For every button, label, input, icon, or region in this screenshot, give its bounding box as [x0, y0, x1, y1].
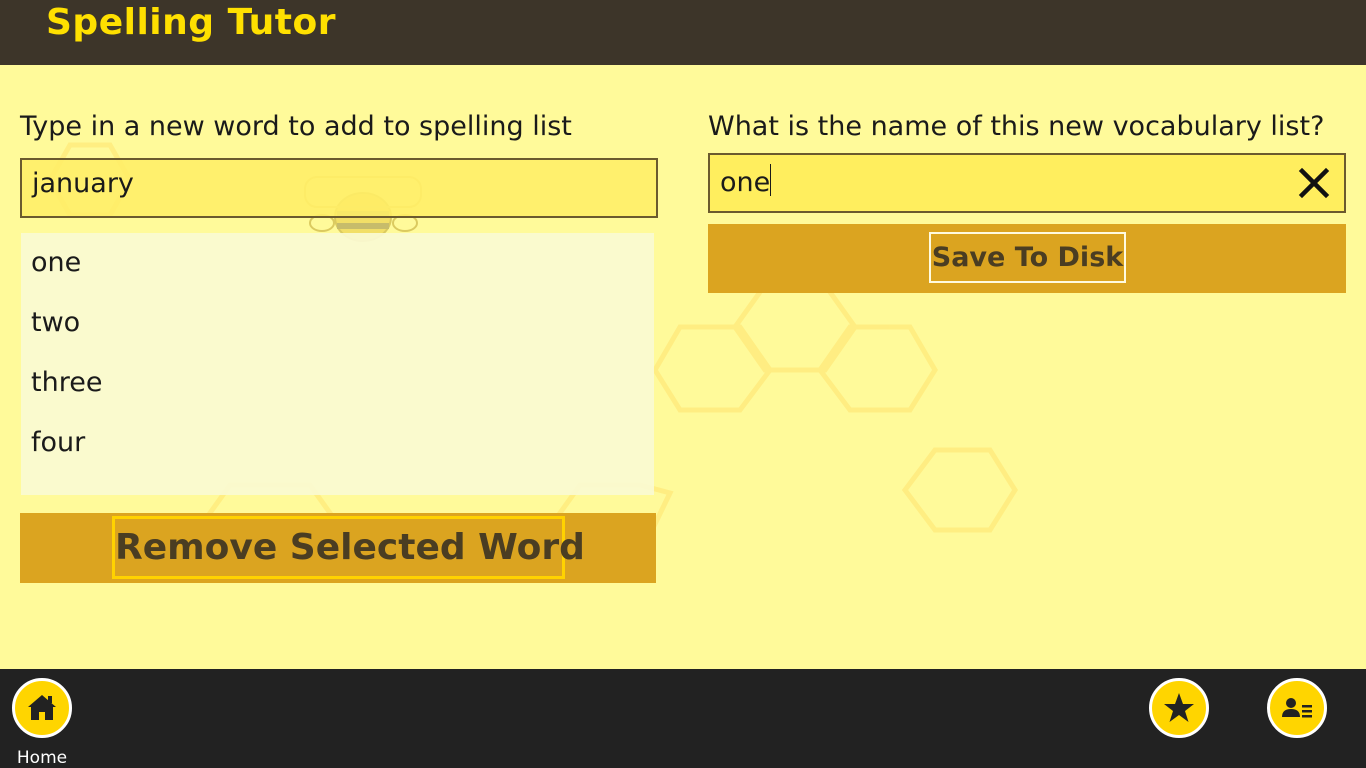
- bottom-app-bar: Home: [0, 669, 1366, 768]
- star-icon: [1164, 693, 1194, 722]
- text-caret: [770, 164, 772, 196]
- new-word-label: Type in a new word to add to spelling li…: [20, 111, 572, 142]
- home-label: Home: [16, 748, 68, 768]
- contact-button[interactable]: [1267, 678, 1327, 738]
- main-content: Type in a new word to add to spelling li…: [0, 65, 1366, 669]
- list-item[interactable]: two: [21, 293, 654, 353]
- new-word-input[interactable]: january: [20, 158, 658, 218]
- list-item[interactable]: one: [21, 233, 654, 293]
- spelling-word-list[interactable]: one two three four: [21, 233, 654, 495]
- list-name-input[interactable]: one: [708, 153, 1346, 213]
- list-name-value: one: [720, 167, 771, 198]
- new-word-value: january: [32, 168, 134, 199]
- close-icon[interactable]: [1294, 163, 1334, 203]
- list-item[interactable]: four: [21, 413, 654, 473]
- list-name-label: What is the name of this new vocabulary …: [708, 111, 1325, 142]
- remove-selected-word-button[interactable]: Remove Selected Word: [112, 516, 585, 579]
- save-to-disk-button[interactable]: Save To Disk: [929, 232, 1126, 283]
- app-title: Spelling Tutor: [46, 2, 336, 43]
- save-button-panel: Save To Disk: [708, 224, 1346, 293]
- header-bar: Spelling Tutor: [0, 0, 1366, 65]
- contact-card-icon: [1282, 698, 1312, 718]
- list-item[interactable]: three: [21, 353, 654, 413]
- favorite-button[interactable]: [1149, 678, 1209, 738]
- home-button[interactable]: [12, 678, 72, 738]
- remove-button-panel: Remove Selected Word: [20, 513, 656, 583]
- home-icon: [28, 695, 56, 720]
